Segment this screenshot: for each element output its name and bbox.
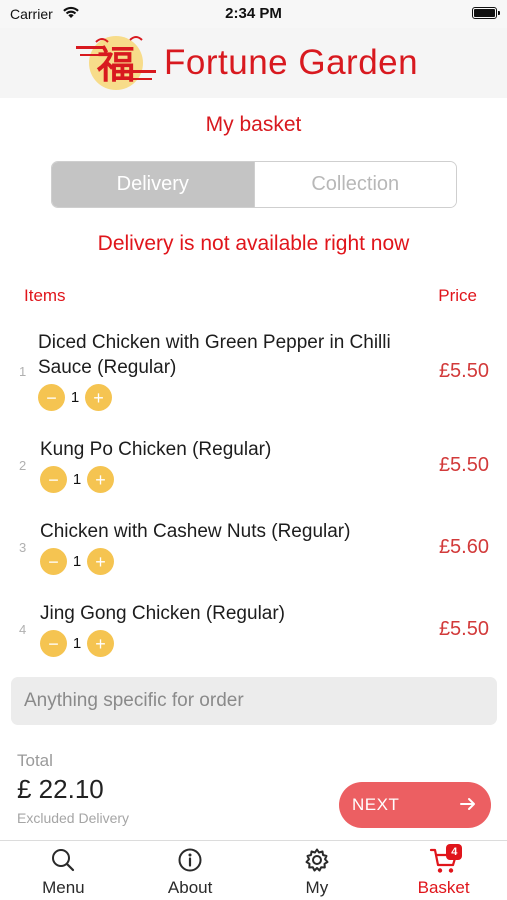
page-title: My basket	[205, 113, 302, 136]
brand-name: Fortune Garden	[164, 43, 419, 82]
tab-my[interactable]: My	[254, 841, 381, 900]
info-icon	[178, 848, 202, 872]
order-note-input[interactable]	[11, 677, 497, 725]
item-name: Chicken with Cashew Nuts (Regular)	[40, 521, 351, 542]
delivery-unavailable-notice: Delivery is not available right now	[97, 232, 410, 255]
battery-icon	[472, 7, 500, 19]
quantity-stepper: − 1 +	[40, 630, 114, 657]
tab-about[interactable]: About	[127, 841, 254, 900]
item-index: 2	[19, 458, 27, 473]
item-index: 1	[19, 364, 27, 379]
basket-item: 1 Diced Chicken with Green Pepper in Chi…	[0, 330, 507, 415]
decrease-quantity-button[interactable]: −	[38, 384, 65, 411]
basket-item: 4 Jing Gong Chicken (Regular) − 1 + £5.5…	[0, 601, 507, 661]
decrease-quantity-button[interactable]: −	[40, 466, 67, 493]
increase-quantity-button[interactable]: +	[87, 466, 114, 493]
increase-quantity-button[interactable]: +	[85, 384, 112, 411]
order-type-toggle: Delivery Collection	[51, 161, 457, 208]
gear-icon	[305, 848, 329, 872]
next-button[interactable]: NEXT	[339, 782, 491, 828]
decrease-quantity-button[interactable]: −	[40, 630, 67, 657]
item-name: Kung Po Chicken (Regular)	[40, 439, 272, 460]
price-column-header: Price	[438, 286, 477, 305]
quantity-stepper: − 1 +	[40, 548, 114, 575]
item-name: Jing Gong Chicken (Regular)	[40, 603, 286, 624]
total-amount: £ 22.10	[17, 774, 104, 804]
quantity-stepper: − 1 +	[38, 384, 112, 411]
tab-label: About	[167, 878, 213, 897]
app-header: 福 Fortune Garden	[0, 28, 507, 98]
item-price: £5.60	[438, 536, 489, 558]
total-label: Total	[17, 751, 53, 770]
search-icon	[52, 849, 75, 872]
item-quantity: 1	[70, 389, 80, 406]
collection-option[interactable]: Collection	[253, 162, 456, 207]
item-quantity: 1	[72, 553, 82, 570]
items-column-header: Items	[24, 286, 66, 305]
tab-label: Basket	[417, 878, 470, 897]
item-price: £5.50	[438, 454, 489, 476]
tab-label: Menu	[42, 878, 85, 897]
delivery-option[interactable]: Delivery	[52, 162, 254, 207]
item-quantity: 1	[72, 471, 82, 488]
quantity-stepper: − 1 +	[40, 466, 114, 493]
tab-label: My	[305, 878, 329, 897]
item-name: Diced Chicken with Green Pepper in Chill…	[38, 332, 391, 378]
delivery-exclusion-note: Excluded Delivery	[17, 810, 130, 826]
increase-quantity-button[interactable]: +	[87, 548, 114, 575]
item-index: 3	[19, 540, 27, 555]
item-price: £5.50	[438, 360, 489, 382]
increase-quantity-button[interactable]: +	[87, 630, 114, 657]
tab-bar: Menu About My 4 Basket	[0, 840, 507, 900]
logo-glyph: 福	[96, 43, 135, 87]
basket-item: 3 Chicken with Cashew Nuts (Regular) − 1…	[0, 519, 507, 579]
status-bar: Carrier 2:34 PM	[0, 0, 507, 28]
item-price: £5.50	[438, 618, 489, 640]
clock: 2:34 PM	[225, 5, 282, 22]
next-button-label: NEXT	[352, 795, 400, 814]
arrow-right-icon	[460, 798, 475, 810]
decrease-quantity-button[interactable]: −	[40, 548, 67, 575]
restaurant-logo: 福	[76, 36, 156, 90]
cart-count-badge: 4	[446, 844, 463, 860]
tab-basket[interactable]: 4 Basket	[380, 841, 507, 900]
item-quantity: 1	[72, 635, 82, 652]
item-index: 4	[19, 622, 27, 637]
basket-item: 2 Kung Po Chicken (Regular) − 1 + £5.50	[0, 437, 507, 497]
tab-menu[interactable]: Menu	[0, 841, 127, 900]
